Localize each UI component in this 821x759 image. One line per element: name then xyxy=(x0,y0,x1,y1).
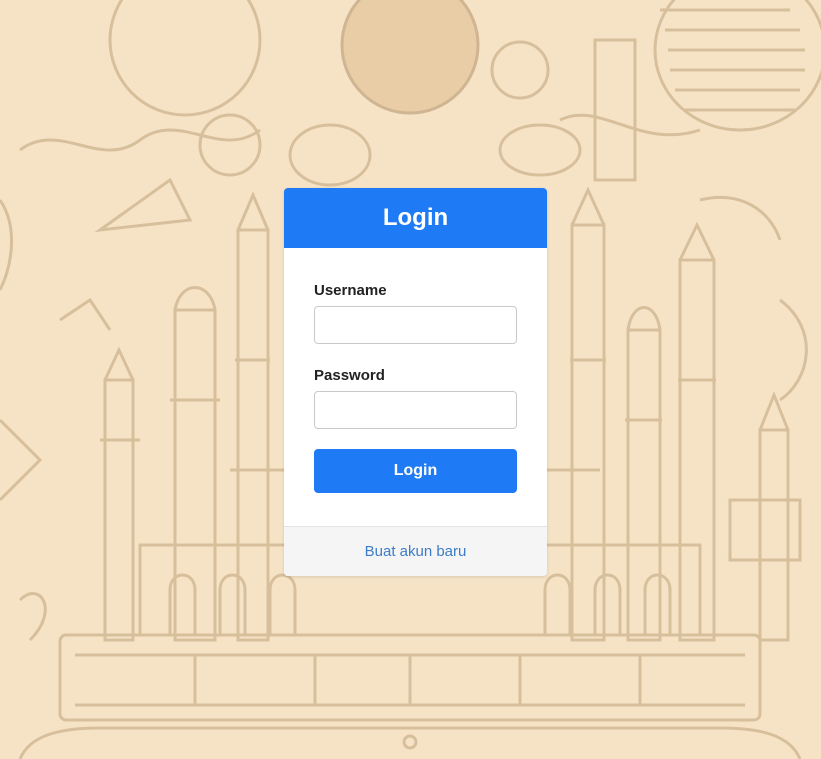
login-title: Login xyxy=(382,204,449,231)
login-card-header: Login xyxy=(284,188,547,248)
login-form: Username Password Login xyxy=(284,248,547,527)
username-input[interactable] xyxy=(314,306,517,344)
login-card: Login Username Password Login Buat akun … xyxy=(284,188,547,576)
login-button[interactable]: Login xyxy=(314,449,517,493)
username-label: Username xyxy=(314,282,387,299)
password-input[interactable] xyxy=(314,391,517,429)
password-label: Password xyxy=(314,367,385,384)
register-link[interactable]: Buat akun baru xyxy=(365,543,467,560)
login-card-footer: Buat akun baru xyxy=(284,526,547,576)
